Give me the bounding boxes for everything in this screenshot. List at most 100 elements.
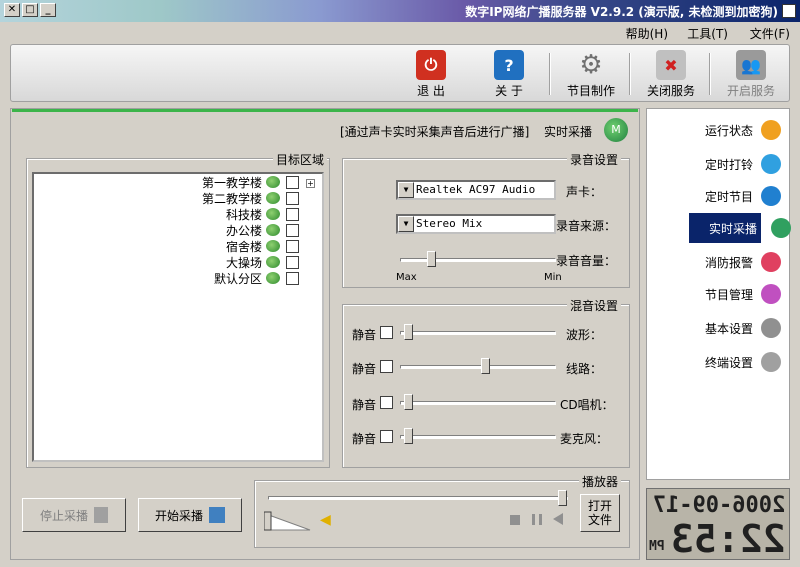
node-icon <box>266 272 280 284</box>
window-title: 数字IP网络广播服务器 V2.9.2 (演示版, 未检测到加密狗) <box>465 5 778 19</box>
node-checkbox[interactable] <box>286 240 299 253</box>
people-icon: 👥 <box>736 50 766 80</box>
speaker-icon: ◀ <box>320 512 331 528</box>
player-volume-slider[interactable] <box>263 510 312 532</box>
stop-broadcast-button[interactable]: 停止采播 <box>22 498 126 532</box>
menu-tools[interactable]: 工具(T) <box>687 25 728 42</box>
exit-button[interactable]: ⏻ 退 出 <box>395 48 467 100</box>
tree-node[interactable]: 宿舍楼 <box>226 238 262 254</box>
node-checkbox[interactable] <box>286 272 299 285</box>
start-broadcast-button[interactable]: 开始采播 <box>138 498 242 532</box>
program-make-label: 节目制作 <box>566 84 615 98</box>
tree-node[interactable]: 默认分区 <box>214 270 262 286</box>
mixer-track[interactable] <box>400 331 556 335</box>
node-checkbox[interactable] <box>286 192 299 205</box>
close-button[interactable]: ✕ <box>4 3 20 17</box>
mute-label: 静音 <box>352 432 377 446</box>
sidebar-item[interactable]: 消防报警 <box>649 247 789 277</box>
player-label: 播放器 <box>578 473 621 490</box>
mixer-track[interactable] <box>400 401 556 405</box>
exit-label: 退 出 <box>417 84 445 98</box>
nav-icon <box>761 186 781 206</box>
mixer-track[interactable] <box>400 435 556 439</box>
page-hint: [通过声卡实时采集声音后进行广播] <box>340 125 530 139</box>
sidebar-nav: 运行状态 定时打铃 定时节目 实时采播 消防报警 节目管理 基本设置 终端设置 <box>646 108 791 480</box>
mute-checkbox[interactable] <box>380 326 393 339</box>
mixer-slider[interactable] <box>481 358 491 374</box>
nav-icon <box>761 252 781 272</box>
mute-checkbox[interactable] <box>380 360 393 373</box>
nav-icon <box>761 284 781 304</box>
sound-card-select[interactable]: ▼ Realtek AC97 Audio <box>396 180 556 200</box>
pause-icon[interactable] <box>532 514 542 525</box>
clock-ampm: PM <box>649 539 665 554</box>
tree-node[interactable]: 科技楼 <box>226 206 262 222</box>
stop-icon[interactable] <box>510 515 520 525</box>
record-volume-track[interactable] <box>400 258 556 262</box>
clock-date: 2006-09-17 <box>652 493 786 518</box>
sidebar-item[interactable]: 定时节目 <box>649 181 789 211</box>
start-service-label: 开启服务 <box>726 84 775 98</box>
tree-expander[interactable]: + <box>306 179 315 188</box>
mixer-row-label: 麦克风： <box>560 432 609 446</box>
about-label: 关 于 <box>495 84 523 98</box>
about-button[interactable]: ? 关 于 <box>473 48 545 100</box>
record-source-select[interactable]: ▼ Stereo Mix <box>396 214 556 234</box>
start-service-button[interactable]: 👥 开启服务 <box>715 48 787 100</box>
mixer-row-label: 线路： <box>566 362 603 376</box>
node-checkbox[interactable] <box>286 224 299 237</box>
tree-node[interactable]: 大操场 <box>226 254 262 270</box>
sidebar-item[interactable]: 终端设置 <box>649 347 789 377</box>
player-progress-slider[interactable] <box>558 490 567 506</box>
chevron-down-icon: ▼ <box>398 216 414 232</box>
clock-display: 2006-09-17 22:53 PM <box>646 488 790 561</box>
realtime-broadcast-icon: M <box>604 118 628 142</box>
stop-server-icon: ✖ <box>656 50 686 80</box>
program-make-button[interactable]: ⚙ 节目制作 <box>555 48 627 100</box>
tree-node[interactable]: 办公楼 <box>226 222 262 238</box>
title-bar[interactable]: ✕ □ _ 数字IP网络广播服务器 V2.9.2 (演示版, 未检测到加密狗) <box>0 0 800 22</box>
mixer-slider[interactable] <box>404 324 414 340</box>
sound-card-label: 声卡： <box>566 185 603 199</box>
node-checkbox[interactable] <box>286 256 299 269</box>
mixer-slider[interactable] <box>404 394 414 410</box>
play-icon[interactable] <box>553 513 563 525</box>
stop-doc-icon <box>94 507 108 523</box>
node-checkbox[interactable] <box>286 208 299 221</box>
sidebar-item[interactable]: 运行状态 <box>649 115 789 145</box>
node-checkbox[interactable] <box>286 176 299 189</box>
minimize-button[interactable]: _ <box>40 3 56 17</box>
power-icon: ⏻ <box>416 50 446 80</box>
tree-node[interactable]: 第一教学楼 <box>202 174 262 190</box>
page-title: 实时采播 <box>544 125 593 139</box>
mute-checkbox[interactable] <box>380 396 393 409</box>
target-tree[interactable]: + 第一教学楼 第二教学楼 科技楼 办公楼 宿舍楼 大操场 默认分区 <box>32 172 324 462</box>
maximize-button[interactable]: □ <box>22 3 38 17</box>
target-area-label: 目标区域 <box>272 151 327 168</box>
chevron-down-icon: ▼ <box>398 182 414 198</box>
accent-line <box>12 109 638 112</box>
record-volume-slider[interactable] <box>426 251 436 267</box>
mixer-slider[interactable] <box>404 428 414 444</box>
sidebar-item[interactable]: 节目管理 <box>649 279 789 309</box>
stop-service-button[interactable]: ✖ 关闭服务 <box>635 48 707 100</box>
record-source-label: 录音来源： <box>556 219 617 233</box>
record-volume-label: 录音音量： <box>556 254 617 268</box>
sidebar-item[interactable]: 实时采播 <box>689 213 791 243</box>
player-progress-track[interactable] <box>268 496 568 500</box>
book-icon: ? <box>494 50 524 80</box>
tree-node[interactable]: 第二教学楼 <box>202 190 262 206</box>
sidebar-item[interactable]: 定时打铃 <box>649 149 789 179</box>
menu-help[interactable]: 帮助(H) <box>626 25 668 42</box>
mixer-track[interactable] <box>400 365 556 369</box>
open-file-button[interactable]: 打开 文件 <box>580 494 620 532</box>
mute-label: 静音 <box>352 362 377 376</box>
sidebar-item[interactable]: 基本设置 <box>649 313 789 343</box>
node-icon <box>266 256 280 268</box>
mute-checkbox[interactable] <box>380 430 393 443</box>
record-settings-label: 录音设置 <box>566 151 621 168</box>
gear-icon: ⚙ <box>579 50 603 80</box>
app-icon <box>782 4 796 18</box>
nav-icon <box>761 120 781 140</box>
menu-file[interactable]: 文件(F) <box>750 25 790 42</box>
